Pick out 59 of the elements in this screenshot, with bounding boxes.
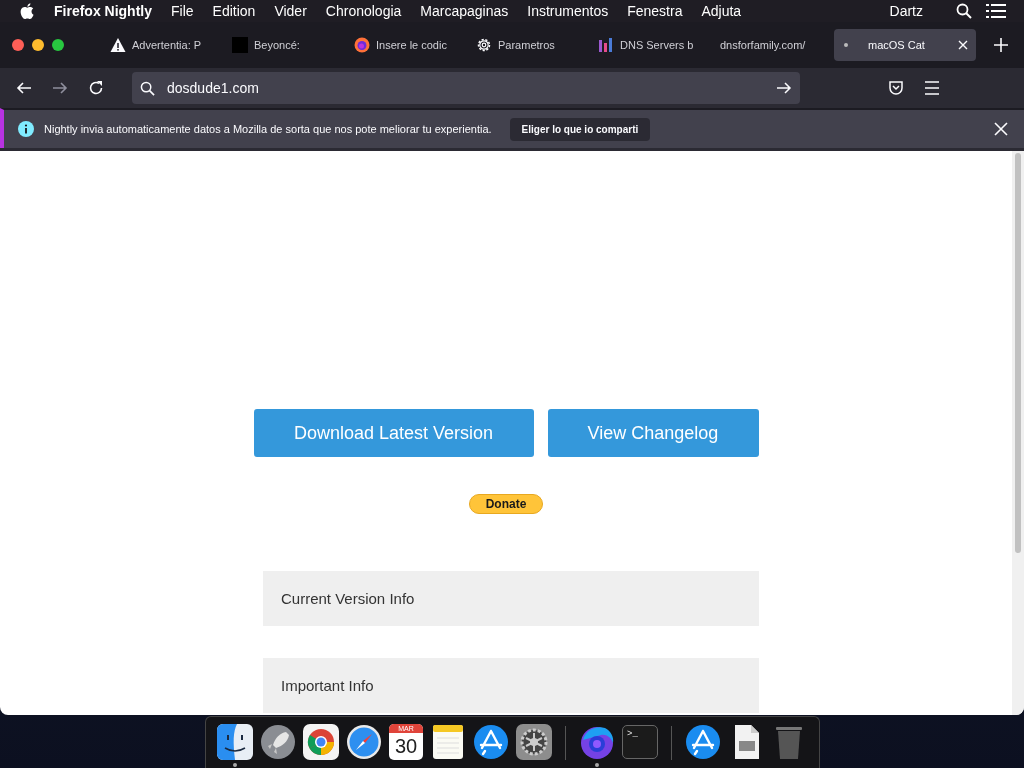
terminal-prompt: >_ xyxy=(627,729,638,739)
bar-chart-icon xyxy=(598,37,614,53)
forward-icon xyxy=(52,80,68,96)
browser-tab[interactable]: Beyoncé: xyxy=(224,29,344,61)
app-store-icon[interactable] xyxy=(685,724,721,760)
plus-icon[interactable] xyxy=(994,38,1008,52)
menu-item[interactable]: Fenestra xyxy=(627,3,683,19)
warning-icon xyxy=(110,37,126,53)
square-icon xyxy=(232,37,248,53)
app-store-icon[interactable] xyxy=(473,724,509,760)
menu-item[interactable]: Chronologia xyxy=(325,3,402,19)
compass-icon[interactable] xyxy=(346,724,382,760)
address-bar[interactable]: dosdude1.com xyxy=(132,72,800,104)
browser-tab[interactable]: macOS Cat xyxy=(834,29,976,61)
accordion-header[interactable]: Important Info xyxy=(263,658,759,713)
browser-tab[interactable]: DNS Servers b xyxy=(590,29,710,61)
menu-icon[interactable] xyxy=(924,81,940,95)
terminal-app-icon[interactable]: >_ xyxy=(622,725,658,759)
app-menu[interactable]: Firefox Nightly xyxy=(54,3,152,19)
menu-item[interactable]: File xyxy=(171,3,194,19)
apple-icon[interactable] xyxy=(20,3,34,19)
close-icon[interactable] xyxy=(994,122,1008,136)
browser-app-icon[interactable] xyxy=(303,724,339,760)
browser-tab[interactable]: Parametros xyxy=(468,29,588,61)
notification-message: Nightly invia automaticamente datos a Mozilla de sorta que nos pote meliorar tu experientia. xyxy=(44,123,492,135)
menu-item[interactable]: Vider xyxy=(274,3,307,19)
back-icon[interactable] xyxy=(16,80,32,96)
smiling-face-app-icon[interactable] xyxy=(217,724,253,760)
firefox-icon[interactable] xyxy=(579,724,615,760)
menu-item[interactable]: Edition xyxy=(212,3,256,19)
menu-item[interactable]: Marcapaginas xyxy=(420,3,509,19)
browser-tab[interactable]: Advertentia: P xyxy=(102,29,222,61)
gear-icon[interactable] xyxy=(516,724,552,760)
list-icon[interactable] xyxy=(986,4,1006,18)
firefox-icon xyxy=(354,37,370,53)
window-controls-icon[interactable] xyxy=(12,39,66,51)
search-icon[interactable] xyxy=(956,3,972,19)
gear-icon xyxy=(476,37,492,53)
go-arrow-icon[interactable] xyxy=(776,80,792,96)
choose-data-button[interactable]: Eliger lo que io comparti xyxy=(509,117,651,141)
user-name[interactable]: Dartz xyxy=(889,3,923,19)
running-indicator-icon xyxy=(233,763,237,767)
menu-item[interactable]: Adjuta xyxy=(701,3,742,19)
pocket-icon[interactable] xyxy=(888,80,904,96)
accordion-header[interactable]: Current Version Info xyxy=(263,571,759,626)
scrollbar[interactable] xyxy=(1012,151,1024,715)
info-icon xyxy=(18,121,34,137)
notepad-icon[interactable] xyxy=(430,724,466,760)
rocket-icon[interactable] xyxy=(260,724,296,760)
calendar-day: 30 xyxy=(394,733,418,759)
menu-item[interactable]: Instrumentos xyxy=(527,3,609,19)
loading-dot-icon xyxy=(844,43,848,47)
reload-icon[interactable] xyxy=(88,80,104,96)
donate-button[interactable]: Donate xyxy=(469,494,543,514)
browser-tab[interactable]: Insere le codic xyxy=(346,29,466,61)
close-icon[interactable] xyxy=(958,40,968,50)
running-indicator-icon xyxy=(595,763,599,767)
browser-tab[interactable]: dnsforfamily.com/ xyxy=(712,29,832,61)
search-icon xyxy=(140,80,155,96)
